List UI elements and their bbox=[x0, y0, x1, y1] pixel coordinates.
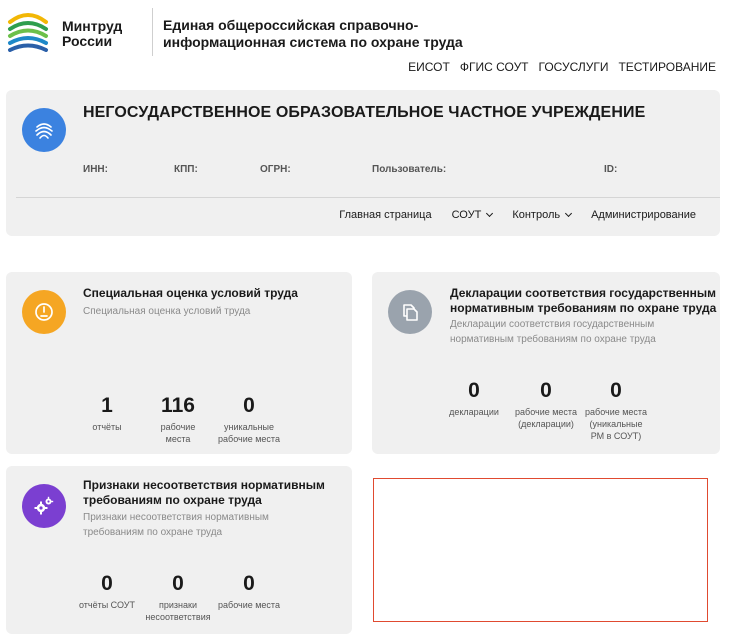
stat-label-line-1: рабочие bbox=[160, 422, 196, 432]
top-nav-testing[interactable]: ТЕСТИРОВАНИЕ bbox=[618, 60, 716, 74]
stat-unique-workplaces[interactable]: 0 уникальные рабочие места bbox=[209, 394, 289, 445]
violations-subtitle-line-1: Признаки несоответствия нормативным bbox=[83, 512, 269, 523]
organization-nav: Главная страница СОУТ Контроль Администр… bbox=[339, 209, 696, 221]
nav-home-label: Главная страница bbox=[339, 209, 432, 221]
stat-label-line-2: места bbox=[165, 434, 191, 444]
empty-highlight-box bbox=[373, 478, 708, 622]
stat-label-line-2: рабочие места bbox=[218, 434, 280, 444]
stat-label: уникальные рабочие места bbox=[209, 421, 289, 445]
chevron-down-icon bbox=[565, 209, 573, 218]
nav-home[interactable]: Главная страница bbox=[339, 209, 431, 221]
stat-label: отчёты СОУТ bbox=[78, 600, 136, 610]
stat-violation-signs[interactable]: 0 признаки несоответствия bbox=[142, 572, 214, 623]
stat-value: 0 bbox=[243, 394, 255, 417]
violations-tile-icon bbox=[22, 484, 66, 528]
stat-declarations[interactable]: 0 декларации bbox=[442, 379, 506, 418]
organization-avatar bbox=[22, 108, 66, 152]
stat-value: 0 bbox=[610, 379, 622, 402]
stat-label-line-1: признаки bbox=[159, 600, 197, 610]
nav-sout-label: СОУТ bbox=[451, 209, 482, 221]
declarations-tile-icon bbox=[388, 290, 432, 334]
documents-icon bbox=[403, 304, 418, 321]
stat-declaration-workplaces[interactable]: 0 рабочие места (декларации) bbox=[510, 379, 582, 430]
organization-card: НЕГОСУДАРСТВЕННОЕ ОБРАЗОВАТЕЛЬНОЕ ЧАСТНО… bbox=[6, 90, 720, 236]
stat-sout-reports[interactable]: 0 отчёты СОУТ bbox=[72, 572, 142, 611]
fingerprint-icon bbox=[35, 123, 53, 139]
stat-label-line-1: рабочие места bbox=[515, 407, 577, 417]
stat-label-line-2: (уникальные bbox=[589, 419, 643, 429]
nav-sout-dropdown[interactable]: СОУТ bbox=[451, 209, 494, 221]
declarations-tile[interactable]: Декларации соответствия государственным … bbox=[372, 272, 720, 454]
violations-title-line-1: Признаки несоответствия нормативным bbox=[83, 478, 325, 492]
stat-label: рабочие места bbox=[143, 421, 213, 445]
declarations-tile-subtitle: Декларации соответствия государственным … bbox=[450, 317, 656, 347]
violations-title-line-2: требованиям по охране труда bbox=[83, 493, 262, 507]
violations-subtitle-line-2: требованиям по охране труда bbox=[83, 527, 223, 538]
sout-tile-subtitle: Специальная оценка условий труда bbox=[83, 306, 251, 317]
nav-control-dropdown[interactable]: Контроль bbox=[512, 209, 573, 221]
logo-line-1: Минтруд bbox=[62, 18, 123, 34]
logo-text[interactable]: Минтруд России bbox=[62, 19, 122, 49]
ogrn-label: ОГРН: bbox=[260, 164, 291, 175]
stat-label: декларации bbox=[449, 407, 499, 417]
sout-tile-title: Специальная оценка условий труда bbox=[83, 286, 298, 300]
sout-tile[interactable]: Специальная оценка условий труда Специал… bbox=[6, 272, 352, 454]
stat-value: 0 bbox=[101, 572, 113, 595]
stat-violation-workplaces[interactable]: 0 рабочие места bbox=[211, 572, 287, 611]
organization-divider bbox=[16, 197, 720, 198]
stat-label: рабочие места bbox=[218, 600, 280, 610]
inn-label: ИНН: bbox=[83, 164, 108, 175]
nav-admin[interactable]: Администрирование bbox=[591, 209, 696, 221]
site-header: Минтруд России Единая общероссийская спр… bbox=[0, 0, 734, 88]
nav-admin-label: Администрирование bbox=[591, 209, 696, 221]
nav-control-label: Контроль bbox=[512, 209, 561, 221]
top-nav-eisot[interactable]: ЕИСОТ bbox=[408, 60, 450, 74]
site-title: Единая общероссийская справочно- информа… bbox=[163, 17, 483, 51]
organization-title: НЕГОСУДАРСТВЕННОЕ ОБРАЗОВАТЕЛЬНОЕ ЧАСТНО… bbox=[83, 104, 646, 121]
stat-workplaces[interactable]: 116 рабочие места bbox=[143, 394, 213, 445]
declarations-subtitle-line-1: Декларации соответствия государственным bbox=[450, 319, 655, 330]
stat-value: 0 bbox=[243, 572, 255, 595]
gears-icon bbox=[34, 496, 54, 515]
stat-label-line-1: уникальные bbox=[223, 422, 275, 432]
stat-label: рабочие места (декларации) bbox=[510, 406, 582, 430]
declarations-subtitle-line-2: нормативным требованиям по охране труда bbox=[450, 334, 656, 345]
logo-line-2: России bbox=[62, 33, 113, 49]
sout-tile-icon bbox=[22, 290, 66, 334]
site-title-line-2: информационная система по охране труда bbox=[163, 34, 463, 50]
declarations-tile-title: Декларации соответствия государственным … bbox=[450, 286, 716, 316]
stat-label-line-3: РМ в СОУТ) bbox=[590, 431, 642, 441]
top-nav-gosuslugi[interactable]: ГОСУСЛУГИ bbox=[539, 60, 609, 74]
gauge-icon bbox=[35, 303, 53, 321]
stat-value: 0 bbox=[540, 379, 552, 402]
violations-tile-title: Признаки несоответствия нормативным треб… bbox=[83, 478, 325, 508]
stat-value: 116 bbox=[161, 394, 195, 417]
stat-label-line-1: рабочие места bbox=[585, 407, 647, 417]
stat-label-line-2: несоответствия bbox=[145, 612, 211, 622]
top-nav-fgis-sout[interactable]: ФГИС СОУТ bbox=[460, 60, 529, 74]
stat-value: 0 bbox=[468, 379, 480, 402]
stat-value: 1 bbox=[101, 394, 113, 417]
stat-reports[interactable]: 1 отчёты bbox=[72, 394, 142, 433]
mintrud-logo-icon[interactable] bbox=[6, 6, 50, 52]
top-nav: ЕИСОТ ФГИС СОУТ ГОСУСЛУГИ ТЕСТИРОВАНИЕ bbox=[408, 60, 716, 74]
stat-label: отчёты bbox=[92, 422, 122, 432]
stat-label: рабочие места (уникальные РМ в СОУТ) bbox=[580, 406, 652, 442]
kpp-label: КПП: bbox=[174, 164, 198, 175]
stat-unique-declaration-workplaces[interactable]: 0 рабочие места (уникальные РМ в СОУТ) bbox=[580, 379, 652, 442]
id-label: ID: bbox=[604, 164, 618, 175]
site-title-line-1: Единая общероссийская справочно- bbox=[163, 17, 419, 33]
header-divider bbox=[152, 8, 153, 56]
violations-tile[interactable]: Признаки несоответствия нормативным треб… bbox=[6, 466, 352, 634]
stat-value: 0 bbox=[172, 572, 184, 595]
stat-label: признаки несоответствия bbox=[142, 599, 214, 623]
violations-tile-subtitle: Признаки несоответствия нормативным треб… bbox=[83, 510, 269, 540]
declarations-title-line-2: нормативным требованиям по охране труда bbox=[450, 301, 717, 315]
stat-label-line-2: (декларации) bbox=[518, 419, 574, 429]
chevron-down-icon bbox=[486, 209, 494, 218]
declarations-title-line-1: Декларации соответствия государственным bbox=[450, 286, 717, 300]
user-label: Пользователь: bbox=[372, 164, 447, 175]
